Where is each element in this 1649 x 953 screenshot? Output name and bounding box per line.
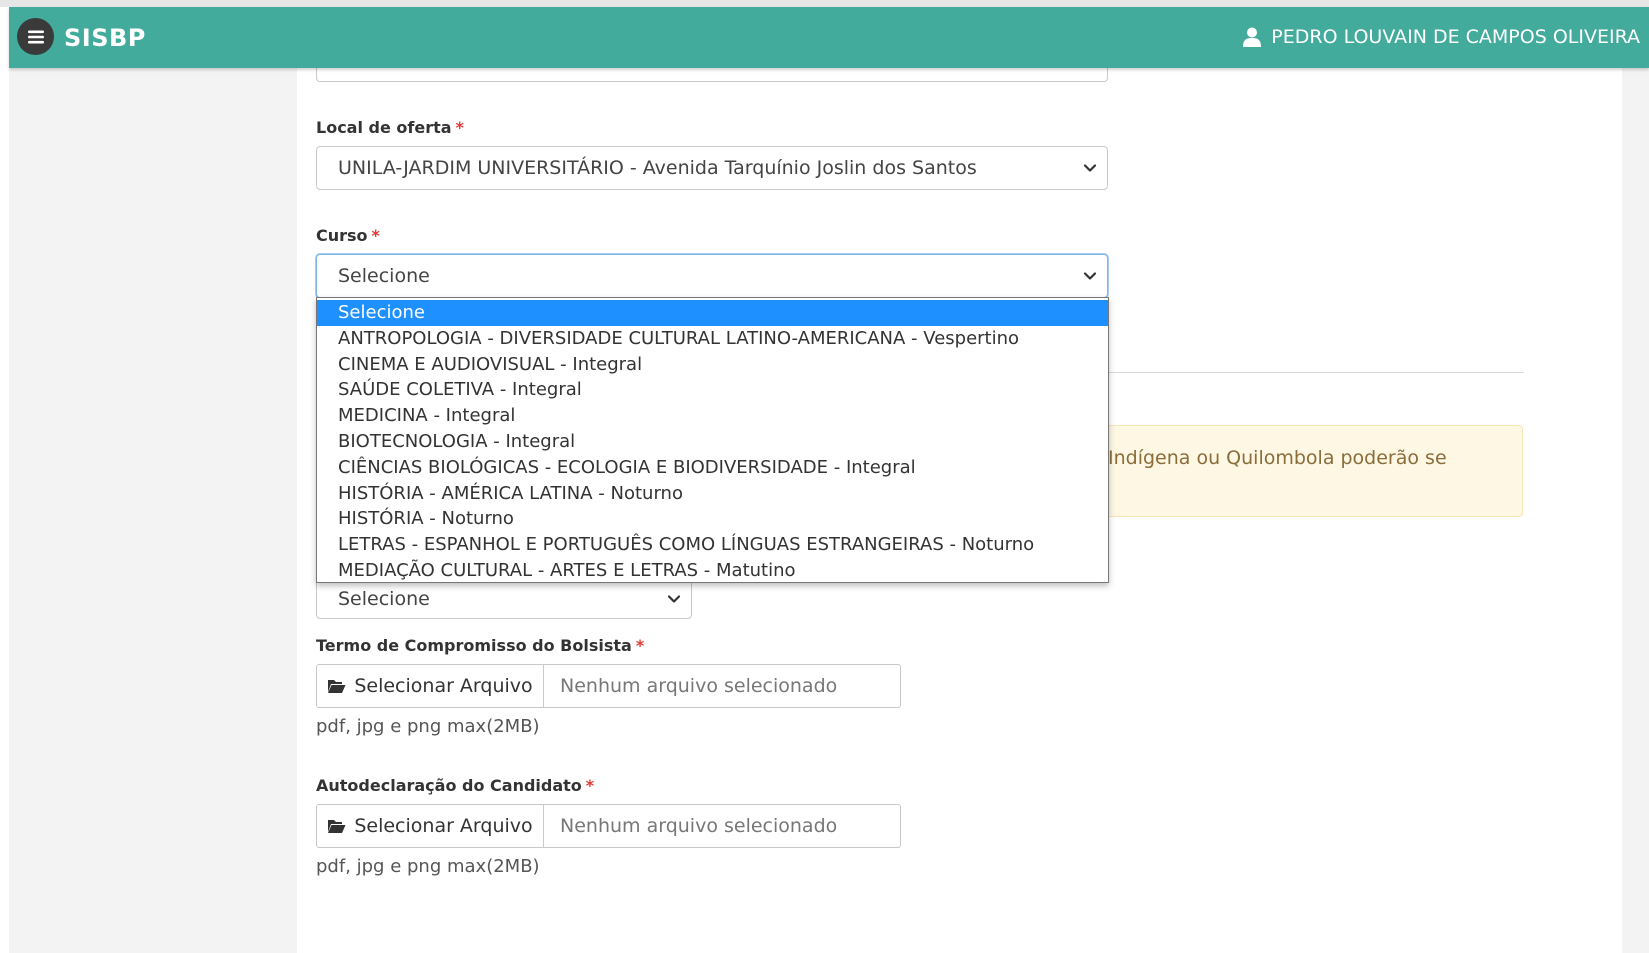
autodeclaracao-label: Autodeclaração do Candidato * xyxy=(316,776,594,795)
warning-alert: Indígena ou Quilombola poderão se xyxy=(1108,425,1523,517)
folder-open-icon xyxy=(328,820,346,833)
curso-option[interactable]: Selecione xyxy=(317,300,1108,326)
curso-select[interactable]: Selecione xyxy=(316,254,1108,298)
autodeclaracao-help-text: pdf, jpg e png max(2MB) xyxy=(316,856,540,877)
autodeclaracao-label-text: Autodeclaração do Candidato xyxy=(316,776,582,795)
termo-file-name: Nenhum arquivo selecionado xyxy=(544,664,901,708)
curso-option[interactable]: HISTÓRIA - AMÉRICA LATINA - Noturno xyxy=(317,481,1108,507)
local-oferta-select[interactable]: UNILA-JARDIM UNIVERSITÁRIO - Avenida Tar… xyxy=(316,146,1108,190)
local-oferta-label: Local de oferta * xyxy=(316,118,464,137)
curso-label: Curso * xyxy=(316,226,380,245)
autodeclaracao-file-name: Nenhum arquivo selecionado xyxy=(544,804,901,848)
curso-option[interactable]: ANTROPOLOGIA - DIVERSIDADE CULTURAL LATI… xyxy=(317,326,1108,352)
user-name: PEDRO LOUVAIN DE CAMPOS OLIVEIRA xyxy=(1271,26,1640,48)
curso-option[interactable]: MEDIAÇÃO CULTURAL - ARTES E LETRAS - Mat… xyxy=(317,558,1108,584)
curso-option[interactable]: SAÚDE COLETIVA - Integral xyxy=(317,377,1108,403)
curso-option[interactable]: CIÊNCIAS BIOLÓGICAS - ECOLOGIA E BIODIVE… xyxy=(317,455,1108,481)
required-mark: * xyxy=(585,776,595,795)
alert-text: Indígena ou Quilombola poderão se xyxy=(1108,447,1447,469)
required-mark: * xyxy=(635,636,645,655)
app-brand[interactable]: SISBP xyxy=(64,24,146,52)
secondary-select-value: Selecione xyxy=(338,587,430,610)
curso-label-text: Curso xyxy=(316,226,368,245)
autodeclaracao-select-file-button[interactable]: Selecionar Arquivo xyxy=(316,804,544,848)
menu-toggle-button[interactable] xyxy=(17,18,54,55)
folder-open-icon xyxy=(328,680,346,693)
chevron-down-icon xyxy=(667,595,681,603)
page: SISBP PEDRO LOUVAIN DE CAMPOS OLIVEIRA L… xyxy=(0,0,1649,953)
curso-option[interactable]: MEDICINA - Integral xyxy=(317,403,1108,429)
previous-field-partial xyxy=(316,68,1108,82)
curso-dropdown-list: Selecione ANTROPOLOGIA - DIVERSIDADE CUL… xyxy=(316,297,1109,583)
top-navbar: SISBP PEDRO LOUVAIN DE CAMPOS OLIVEIRA xyxy=(9,7,1649,68)
termo-label-text: Termo de Compromisso do Bolsista xyxy=(316,636,632,655)
curso-option[interactable]: HISTÓRIA - Noturno xyxy=(317,506,1108,532)
curso-option[interactable]: LETRAS - ESPANHOL E PORTUGUÊS COMO LÍNGU… xyxy=(317,532,1108,558)
termo-button-label: Selecionar Arquivo xyxy=(354,675,533,697)
section-divider xyxy=(1108,372,1524,373)
required-mark: * xyxy=(455,118,464,137)
chevron-down-icon xyxy=(1083,272,1097,280)
termo-file-input: Selecionar Arquivo Nenhum arquivo seleci… xyxy=(316,664,901,708)
termo-select-file-button[interactable]: Selecionar Arquivo xyxy=(316,664,544,708)
autodeclaracao-button-label: Selecionar Arquivo xyxy=(354,815,533,837)
local-oferta-value: UNILA-JARDIM UNIVERSITÁRIO - Avenida Tar… xyxy=(338,157,977,179)
curso-option[interactable]: CINEMA E AUDIOVISUAL - Integral xyxy=(317,352,1108,378)
termo-label: Termo de Compromisso do Bolsista * xyxy=(316,636,644,655)
browser-top-strip xyxy=(0,0,1649,7)
local-oferta-label-text: Local de oferta xyxy=(316,118,452,137)
curso-option[interactable]: BIOTECNOLOGIA - Integral xyxy=(317,429,1108,455)
hamburger-menu-icon xyxy=(27,30,44,43)
termo-help-text: pdf, jpg e png max(2MB) xyxy=(316,716,540,737)
curso-value: Selecione xyxy=(338,265,430,287)
required-mark: * xyxy=(371,226,380,245)
chevron-down-icon xyxy=(1083,164,1097,172)
autodeclaracao-file-input: Selecionar Arquivo Nenhum arquivo seleci… xyxy=(316,804,901,848)
user-icon xyxy=(1243,27,1262,47)
user-menu[interactable]: PEDRO LOUVAIN DE CAMPOS OLIVEIRA xyxy=(1243,26,1640,48)
